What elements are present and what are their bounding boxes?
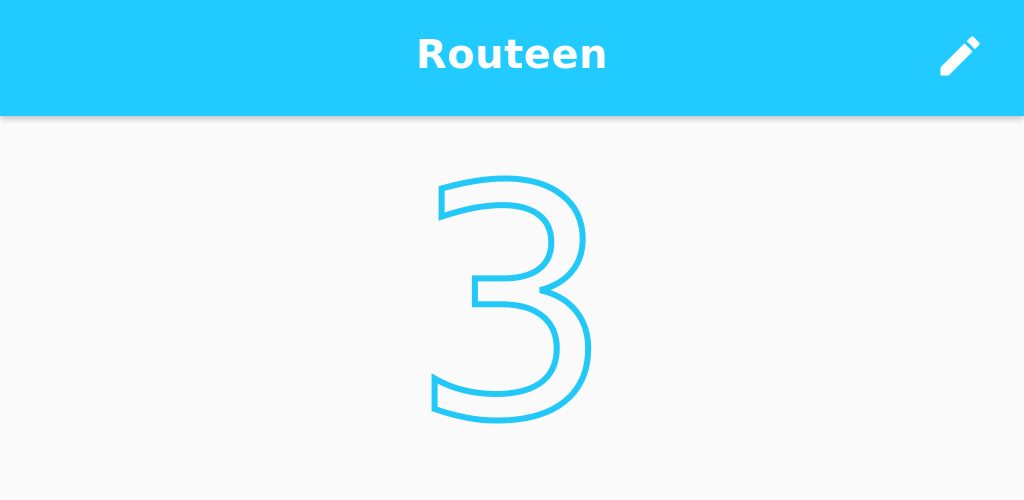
counter-display[interactable]: 3 <box>0 116 1024 500</box>
main-content: 3 <box>0 116 1024 500</box>
app-window: Routeen 3 <box>0 0 1024 500</box>
app-title: Routeen <box>415 32 609 78</box>
app-bar: Routeen <box>0 0 1024 116</box>
edit-button[interactable] <box>932 32 988 80</box>
pencil-icon <box>940 36 980 76</box>
counter-value: 3 <box>410 120 614 492</box>
